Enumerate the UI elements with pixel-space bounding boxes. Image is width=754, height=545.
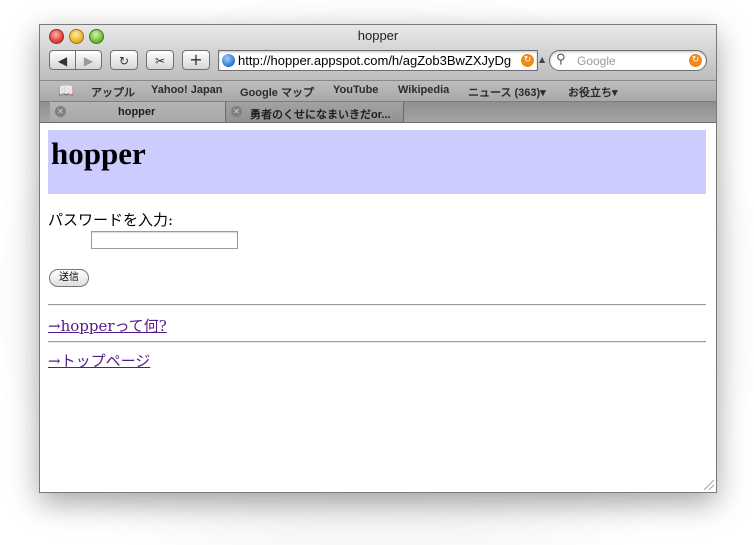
tab-title: 勇者のくせになまいきだor... — [250, 109, 391, 121]
browser-window: hopper ◀ ▶ ↻ ✂ + http://hopper.appspot.c… — [39, 24, 717, 493]
bookmarks-bar: 📖 アップル Yahoo! Japan Google マップ YouTube W… — [40, 81, 716, 102]
search-input[interactable]: Google — [577, 54, 616, 68]
tab-title: hopper — [118, 106, 156, 118]
reload-button[interactable]: ↻ — [110, 50, 138, 70]
search-go-icon[interactable]: ↻ — [689, 54, 702, 67]
snapback-button[interactable]: ✂ — [146, 50, 174, 70]
bookmark-useful-folder[interactable]: お役立ち▾ — [568, 84, 618, 100]
bookmark-google-maps[interactable]: Google マップ — [240, 84, 314, 100]
search-icon[interactable]: ⚲ — [556, 52, 566, 67]
add-bookmark-button[interactable]: + — [182, 50, 210, 70]
site-header: hopper — [48, 130, 706, 194]
password-label: パスワードを入力: — [48, 211, 174, 229]
back-button[interactable]: ◀ — [49, 50, 76, 70]
bookmark-youtube[interactable]: YouTube — [333, 84, 378, 96]
bookmark-news-folder[interactable]: ニュース (363)▾ — [468, 84, 546, 100]
url-field[interactable]: http://hopper.appspot.com/h/agZob3BwZXJy… — [238, 53, 523, 69]
forward-button[interactable]: ▶ — [75, 50, 102, 70]
address-bar[interactable]: http://hopper.appspot.com/h/agZob3BwZXJy… — [218, 50, 538, 71]
forward-arrow-icon: ▶ — [83, 54, 94, 68]
what-is-hopper-link[interactable]: →hopperって何? — [48, 315, 167, 336]
back-arrow-icon: ◀ — [57, 54, 68, 68]
url-reload-icon[interactable]: ↻ — [521, 54, 534, 67]
tab-bar: ✕ hopper ✕ 勇者のくせになまいきだor... — [40, 102, 716, 123]
tab-yuusha[interactable]: ✕ 勇者のくせになまいきだor... — [226, 102, 404, 122]
bookmark-wikipedia[interactable]: Wikipedia — [398, 84, 449, 96]
resize-grip-icon[interactable] — [704, 480, 714, 490]
submit-button[interactable]: 送信 — [49, 269, 89, 287]
globe-icon — [222, 54, 235, 67]
close-icon[interactable]: ✕ — [55, 106, 66, 117]
page-title: hopper — [51, 136, 146, 171]
window-title: hopper — [357, 28, 399, 43]
url-history-arrow-icon[interactable]: ▲ — [539, 55, 545, 64]
bookmark-apple[interactable]: アップル — [91, 84, 135, 100]
password-input[interactable] — [91, 231, 238, 249]
page-content: hopper パスワードを入力: 送信 →hopperって何? →トップページ — [40, 123, 716, 492]
snapback-icon: ✂ — [154, 54, 166, 68]
book-icon[interactable]: 📖 — [58, 83, 74, 99]
top-page-link[interactable]: →トップページ — [48, 350, 150, 371]
close-icon[interactable]: ✕ — [231, 106, 242, 117]
reload-icon: ↻ — [118, 54, 130, 68]
divider — [48, 341, 706, 343]
search-bar[interactable]: ⚲ Google ↻ — [549, 50, 707, 71]
tab-hopper[interactable]: ✕ hopper — [50, 102, 226, 122]
divider — [48, 304, 706, 306]
title-bar: hopper ◀ ▶ ↻ ✂ + http://hopper.appspot.c… — [40, 25, 716, 81]
bookmark-yahoo-japan[interactable]: Yahoo! Japan — [151, 84, 223, 96]
